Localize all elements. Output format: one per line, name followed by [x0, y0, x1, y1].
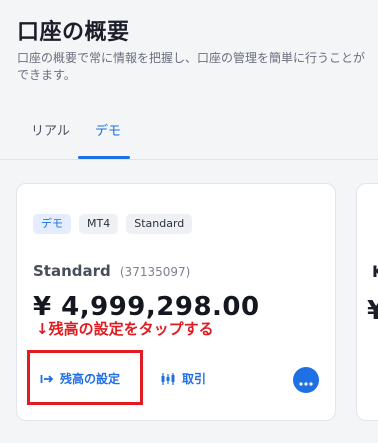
next-card-balance-fragment: ¥: [367, 296, 378, 326]
tab-real[interactable]: リアル: [31, 122, 70, 142]
account-number: (37135097): [119, 265, 191, 279]
next-card-initial: K: [372, 262, 378, 281]
set-balance-button[interactable]: 残高の設定: [40, 370, 120, 387]
badge-demo: デモ: [33, 214, 71, 234]
tabs-divider: [0, 159, 378, 160]
account-badges: デモ MT4 Standard: [33, 214, 193, 234]
account-tabs: リアル デモ: [0, 112, 378, 162]
page-header: 口座の概要 口座の概要で常に情報を把握し、口座の管理を簡単に行うことができます。: [17, 18, 367, 84]
more-dots-icon: [299, 371, 313, 390]
trade-button[interactable]: 取引: [160, 370, 206, 387]
candlestick-chart-icon: [160, 372, 176, 386]
tap-instruction-annotation: ↓残高の設定をタップする: [36, 320, 214, 338]
next-account-card[interactable]: K ¥: [356, 183, 378, 421]
arrow-to-line-icon: [40, 373, 54, 385]
account-identity: Standard (37135097): [33, 261, 190, 280]
trade-label: 取引: [182, 372, 207, 386]
page-description: 口座の概要で常に情報を把握し、口座の管理を簡単に行うことができます。: [17, 51, 366, 82]
more-options-button[interactable]: [293, 367, 319, 393]
badge-account-type: Standard: [126, 214, 193, 234]
page-title: 口座の概要: [17, 20, 130, 45]
tab-demo[interactable]: デモ: [95, 122, 121, 142]
badge-platform: MT4: [79, 214, 119, 234]
account-type: Standard: [33, 262, 111, 280]
set-balance-label: 残高の設定: [60, 372, 121, 386]
